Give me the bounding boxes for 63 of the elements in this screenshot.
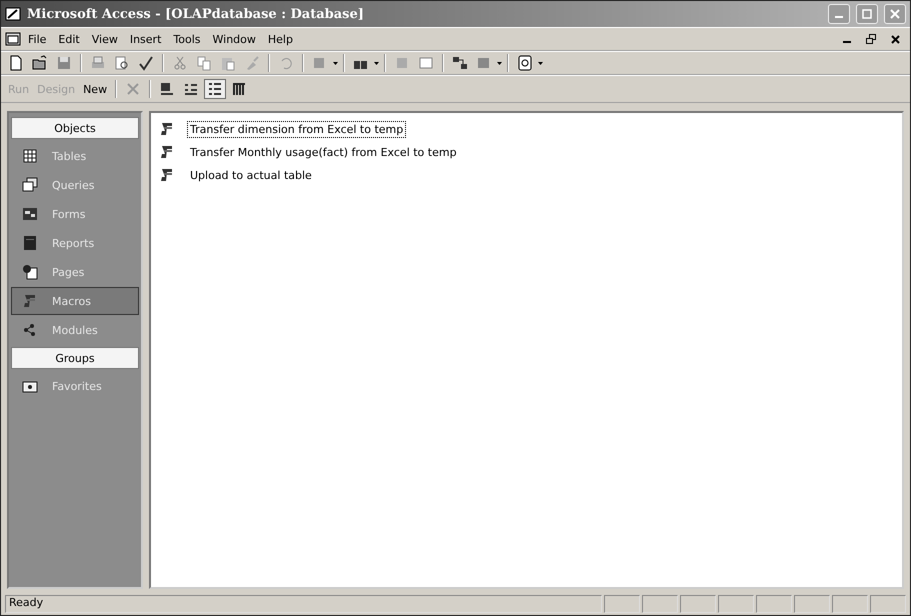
- status-text: Ready: [5, 595, 602, 613]
- scroll-icon: [159, 121, 175, 137]
- large-icons-icon: [159, 81, 176, 97]
- scroll-icon: [22, 293, 38, 309]
- menu-item[interactable]: Help: [262, 32, 298, 46]
- copy-icon: [196, 55, 212, 71]
- save-icon: [56, 55, 72, 71]
- database-window-icon: [5, 31, 21, 47]
- maximize-icon: [862, 9, 872, 19]
- status-panel: [604, 595, 640, 613]
- close-icon: [890, 34, 900, 44]
- print-icon: [90, 55, 106, 71]
- status-panel: [718, 595, 754, 613]
- print-preview-icon: [114, 55, 130, 71]
- scroll-icon: [159, 144, 175, 160]
- macro-item[interactable]: Transfer Monthly usage(fact) from Excel to temp: [187, 144, 460, 160]
- restore-icon: [866, 34, 876, 44]
- spelling-icon: [138, 55, 154, 71]
- caret-icon: [333, 62, 338, 64]
- new-file-icon: [8, 55, 24, 71]
- status-panel: [756, 595, 792, 613]
- open-folder-icon: [32, 55, 48, 71]
- form-icon: [22, 206, 38, 222]
- status-panel: [680, 595, 716, 613]
- macro-item[interactable]: Transfer dimension from Excel to temp: [187, 120, 406, 138]
- app-icon: [5, 6, 21, 22]
- menu-item[interactable]: Tools: [168, 32, 206, 46]
- status-panel: [832, 595, 868, 613]
- small-icons-icon: [183, 81, 200, 97]
- section-header[interactable]: Objects: [11, 117, 139, 139]
- brush-icon: [244, 55, 260, 71]
- caret-icon: [497, 62, 502, 64]
- status-panel: [642, 595, 678, 613]
- menu-item[interactable]: Edit: [53, 32, 85, 46]
- close-button[interactable]: [884, 4, 906, 24]
- window-title: Microsoft Access - [OLAPdatabase : Database]: [27, 6, 365, 22]
- scroll-icon: [159, 167, 175, 183]
- relationships-icon: [452, 55, 468, 71]
- status-panel: [870, 595, 906, 613]
- page-icon: [22, 264, 38, 280]
- menu-item[interactable]: Window: [208, 32, 261, 46]
- maximize-button[interactable]: [856, 4, 878, 24]
- view-button[interactable]: [204, 79, 226, 99]
- section-header[interactable]: Groups: [11, 347, 139, 369]
- caret-icon: [374, 62, 379, 64]
- close-icon: [890, 9, 900, 19]
- delete-icon: [125, 81, 142, 97]
- report-icon: [22, 235, 38, 251]
- cut-icon: [172, 55, 188, 71]
- table-icon: [22, 148, 38, 164]
- minimize-button[interactable]: [828, 4, 850, 24]
- details-icon: [231, 81, 248, 97]
- list-icon: [207, 81, 224, 97]
- toolbar-button[interactable]: New: [80, 82, 110, 96]
- caret-icon: [538, 62, 543, 64]
- menu-item[interactable]: Insert: [124, 32, 166, 46]
- paste-icon: [220, 55, 236, 71]
- macro-item[interactable]: Upload to actual table: [187, 166, 315, 184]
- query-icon: [22, 177, 38, 193]
- menu-item[interactable]: File: [23, 32, 52, 46]
- module-icon: [22, 322, 38, 338]
- status-panel: [794, 595, 830, 613]
- menu-item[interactable]: View: [86, 32, 123, 46]
